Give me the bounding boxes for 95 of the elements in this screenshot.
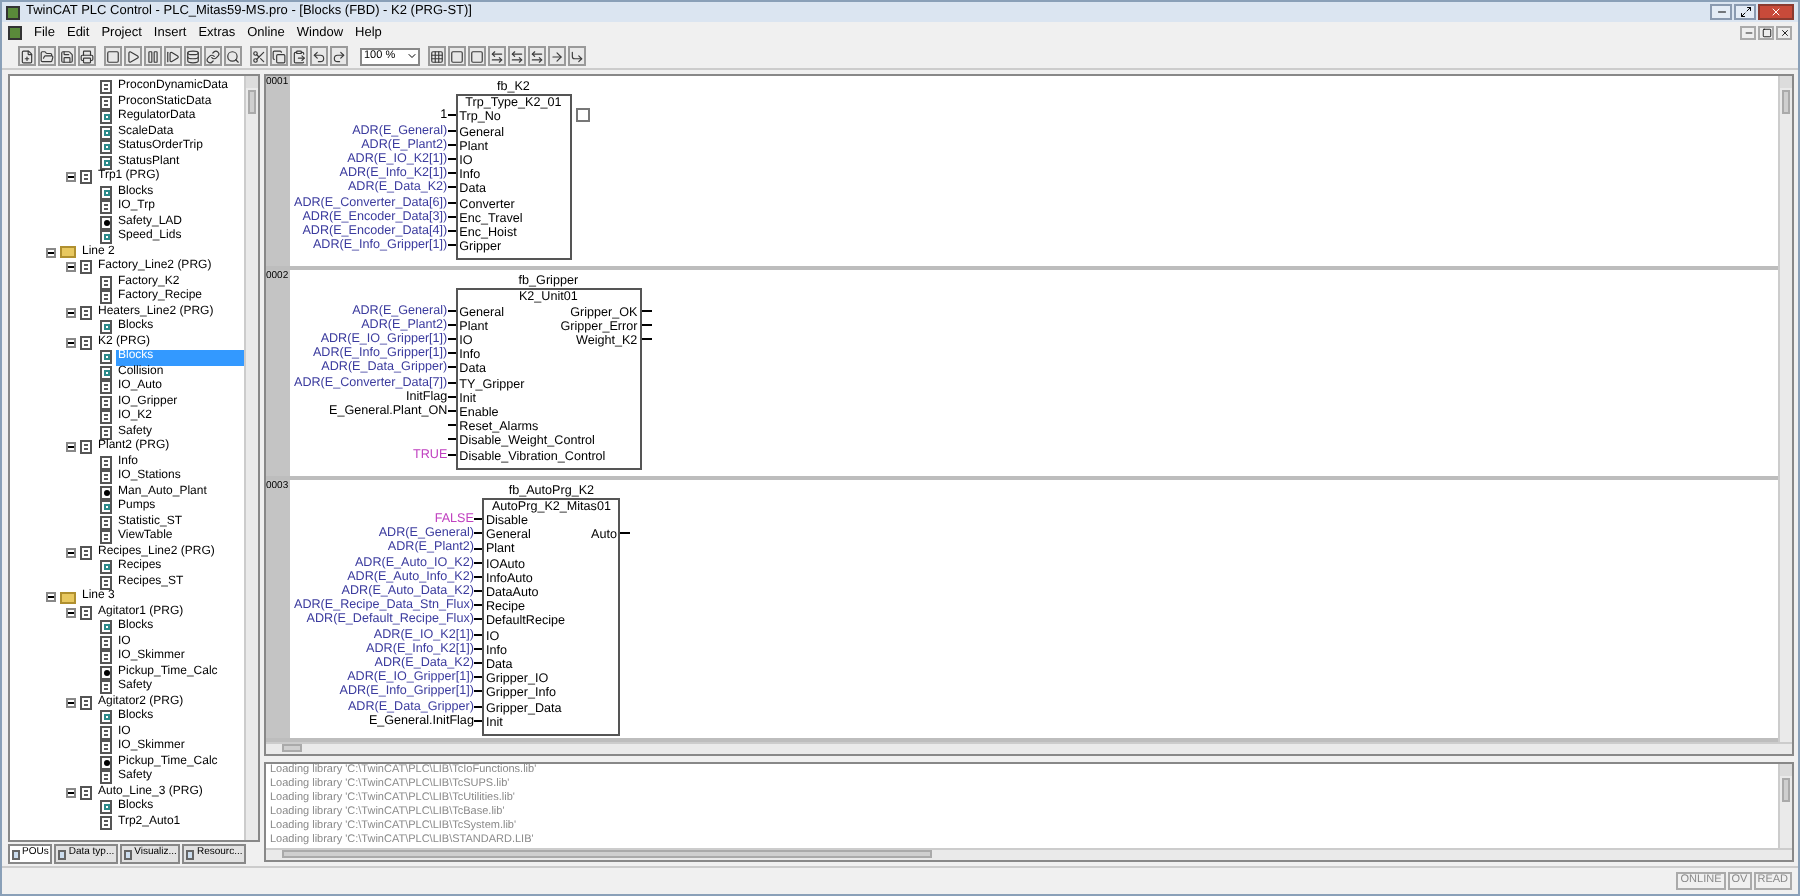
toolbar-button[interactable]: [204, 46, 222, 66]
toolbar-button[interactable]: [164, 46, 182, 66]
collapse-icon[interactable]: [66, 262, 76, 273]
collapse-icon[interactable]: [46, 247, 56, 258]
tab-icon: [124, 849, 133, 859]
collapse-icon[interactable]: [66, 787, 76, 798]
minimize-icon: [1715, 6, 1727, 18]
corner-arrow-icon: [570, 49, 584, 63]
close-icon: [1770, 6, 1782, 18]
toolbar-button[interactable]: [270, 46, 288, 66]
restore-icon: [1761, 28, 1771, 38]
folder-icon: [60, 246, 76, 259]
scrollbar[interactable]: [1778, 76, 1792, 742]
collapse-icon[interactable]: [66, 547, 76, 558]
database-icon: [186, 49, 200, 63]
tab-icon: [12, 849, 20, 859]
step-icon: [166, 49, 180, 63]
toolbar-button[interactable]: [38, 46, 56, 66]
scrollbar[interactable]: [266, 742, 1792, 754]
block-icon: [100, 230, 112, 245]
tab-icon: [186, 849, 195, 859]
output-field[interactable]: [575, 108, 590, 123]
toolbar-button[interactable]: [330, 46, 348, 66]
dropdown-caret-icon: [406, 50, 418, 62]
grid-icon: [430, 49, 444, 63]
toolbar-button[interactable]: [124, 46, 142, 66]
ladder-icon: [100, 755, 112, 770]
toolbar-button[interactable]: [78, 46, 96, 66]
scroll-thumb[interactable]: [248, 90, 256, 114]
undo-icon: [312, 49, 326, 63]
double-arrow-icon: [490, 49, 504, 63]
minimize-icon: [1743, 28, 1753, 38]
toolbar-button[interactable]: [290, 46, 308, 66]
folder-icon: [40, 49, 54, 63]
pause-icon: [146, 49, 160, 63]
play-icon: [126, 49, 140, 63]
minimize-button[interactable]: [1740, 26, 1756, 40]
ladder-icon: [100, 485, 112, 500]
toolbar-button[interactable]: [528, 46, 546, 66]
folder-icon: [60, 591, 76, 604]
block-icon: [100, 710, 112, 725]
scroll-thumb[interactable]: [282, 850, 932, 858]
toolbar-button[interactable]: [488, 46, 506, 66]
minimize-button[interactable]: [1710, 4, 1732, 20]
toolbar-button[interactable]: [250, 46, 268, 66]
scroll-thumb[interactable]: [282, 744, 302, 752]
arrow-icon: [550, 49, 564, 63]
square-icon: [450, 49, 464, 63]
toolbar-button[interactable]: [548, 46, 566, 66]
collapse-icon[interactable]: [66, 172, 76, 183]
ladder-icon: [100, 665, 112, 680]
square-icon: [470, 49, 484, 63]
toolbar-button[interactable]: [310, 46, 328, 66]
maximize-button[interactable]: [1734, 4, 1756, 20]
toolbar-button[interactable]: [184, 46, 202, 66]
block-icon: [100, 620, 112, 635]
double-arrow-icon: [510, 49, 524, 63]
redo-icon: [332, 49, 346, 63]
toolbar-button[interactable]: [224, 46, 242, 66]
paste-icon: [292, 49, 306, 63]
collapse-icon[interactable]: [66, 442, 76, 453]
toolbar-button[interactable]: [508, 46, 526, 66]
collapse-icon[interactable]: [66, 697, 76, 708]
tab-icon: [58, 849, 67, 859]
ladder-icon: [100, 215, 112, 230]
block-icon: [100, 560, 112, 575]
toolbar-button[interactable]: [104, 46, 122, 66]
collapse-icon[interactable]: [46, 592, 56, 603]
toolbar-button[interactable]: [18, 46, 36, 66]
printer-icon: [80, 49, 94, 63]
scrollbar[interactable]: [244, 76, 258, 840]
search-icon: [226, 49, 240, 63]
toolbar-button[interactable]: [568, 46, 586, 66]
double-arrow-icon: [530, 49, 544, 63]
new-file-icon: [20, 49, 34, 63]
collapse-icon[interactable]: [66, 337, 76, 348]
collapse-icon[interactable]: [66, 607, 76, 618]
restore-button[interactable]: [1758, 26, 1774, 40]
toolbar-button[interactable]: [428, 46, 446, 66]
scroll-thumb[interactable]: [1782, 90, 1790, 114]
cut-icon: [252, 49, 266, 63]
toolbar-button[interactable]: [58, 46, 76, 66]
app-icon: [6, 5, 20, 19]
block-icon: [100, 800, 112, 815]
scroll-thumb[interactable]: [1782, 778, 1790, 802]
block-icon: [100, 500, 112, 515]
save-icon: [60, 49, 74, 63]
toolbar-button[interactable]: [144, 46, 162, 66]
square-icon: [106, 49, 120, 63]
scrollbar[interactable]: [1778, 764, 1792, 848]
close-button[interactable]: [1776, 26, 1792, 40]
scrollbar[interactable]: [266, 848, 1792, 860]
copy-icon: [272, 49, 286, 63]
collapse-icon[interactable]: [66, 307, 76, 318]
link-icon: [206, 49, 220, 63]
